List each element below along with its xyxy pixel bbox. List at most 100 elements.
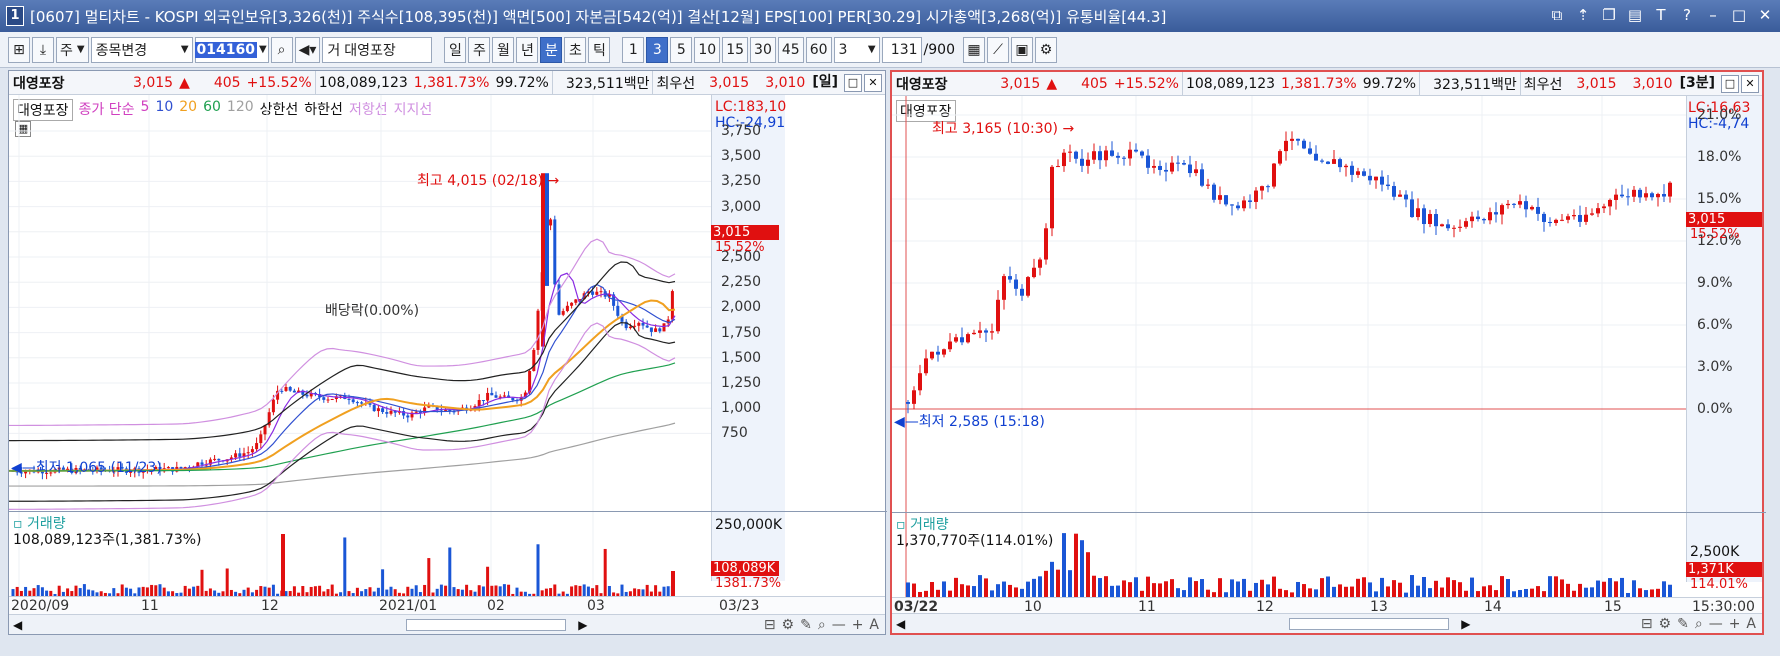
font-icon[interactable]: T [1652, 5, 1670, 25]
close-icon[interactable]: ✕ [1756, 5, 1774, 25]
volume-bar [477, 585, 481, 596]
volume-bar [423, 584, 427, 596]
volume-bar [11, 589, 15, 596]
search-icon[interactable]: ⌕ [270, 36, 293, 63]
pen-icon[interactable]: ✎ [800, 617, 812, 633]
period-minute[interactable]: 분 [540, 36, 563, 63]
pen-icon[interactable]: ✎ [1677, 616, 1689, 632]
minimize-icon[interactable]: – [1704, 5, 1722, 25]
zoom-out-icon[interactable]: — [1709, 616, 1723, 632]
candle-body [511, 397, 515, 401]
volume-bar [343, 537, 347, 596]
layout-icon[interactable]: ⊞ [8, 36, 30, 63]
link-icon[interactable]: ⧉ [1548, 5, 1566, 25]
scroll-track[interactable] [1289, 617, 1450, 630]
settings-icon[interactable]: ⚙ [1034, 36, 1057, 63]
scroll-left-icon[interactable]: ◀ [13, 618, 22, 632]
text-icon[interactable]: A [869, 617, 879, 633]
save-icon[interactable]: ▣ [1010, 36, 1033, 63]
draw-icon[interactable]: ⟋ [986, 36, 1009, 63]
restore-icon[interactable]: ▤ [1626, 5, 1644, 25]
volume-bar [633, 588, 637, 596]
support-line [8, 322, 676, 510]
interval-3[interactable]: 3 [646, 36, 669, 63]
scroll-track[interactable] [406, 618, 567, 631]
volume-bar [187, 588, 191, 596]
period-week[interactable]: 주 [468, 36, 491, 63]
count-max: /900 [923, 41, 955, 58]
left-scrollbar[interactable]: ◀ ▶ ⊟ ⚙ ✎ ⌕ — + A [9, 614, 885, 634]
stock-name-field[interactable]: 거 대영포장 [322, 36, 433, 63]
download-icon[interactable]: ⤓ [32, 36, 54, 63]
period-second[interactable]: 초 [564, 36, 587, 63]
period-day[interactable]: 일 [444, 36, 467, 63]
tile-icon[interactable]: ❐ [1600, 5, 1618, 25]
candle-body [1386, 184, 1390, 187]
volume-bar [1326, 576, 1330, 597]
magnify-icon[interactable]: ⌕ [818, 617, 826, 633]
help-icon[interactable]: ? [1678, 5, 1696, 25]
interval-1[interactable]: 1 [622, 36, 645, 63]
scroll-left-icon[interactable]: ◀ [896, 617, 905, 631]
speaker-icon[interactable]: ◀▾ [294, 36, 321, 63]
zoom-in-icon[interactable]: + [1729, 616, 1741, 632]
period-month[interactable]: 월 [492, 36, 515, 63]
text-icon[interactable]: A [1746, 616, 1756, 632]
left-vol-tag-rate: 1381.73% [715, 576, 782, 591]
interval-30[interactable]: 30 [750, 36, 776, 63]
candle-body [259, 434, 263, 444]
volume-bar [330, 584, 334, 596]
pin-icon[interactable]: ⇡ [1574, 5, 1592, 25]
zoom-icon[interactable]: ⊟ [1641, 616, 1653, 632]
window-number[interactable]: 1 [6, 6, 24, 26]
candle-body [477, 400, 481, 407]
volume-bar [671, 571, 675, 596]
magnify-icon[interactable]: ⌕ [1695, 616, 1703, 632]
candle-body [1194, 169, 1198, 174]
candle-body [305, 394, 309, 397]
gear-icon[interactable]: ⚙ [782, 617, 795, 633]
indicator-icon[interactable]: ▦ [962, 36, 985, 63]
mode-select[interactable]: 주 ▼ [56, 36, 89, 63]
right-scrollbar[interactable]: ◀ ▶ ⊟ ⚙ ✎ ⌕ — + A [892, 613, 1762, 633]
volume-bar [498, 586, 502, 596]
candle-body [1242, 200, 1246, 209]
interval-10[interactable]: 10 [694, 36, 721, 63]
interval-45[interactable]: 45 [777, 36, 804, 63]
volume-bar [954, 577, 958, 597]
maximize-icon[interactable]: □ [1730, 5, 1748, 25]
volume-bar [1368, 582, 1372, 597]
candle-body [1428, 214, 1432, 225]
interval-15[interactable]: 15 [722, 36, 749, 63]
interval-select[interactable]: 3 ▼ [833, 36, 880, 63]
scroll-right-icon[interactable]: ▶ [578, 618, 587, 632]
count-input[interactable]: 131 [881, 36, 922, 63]
zoom-icon[interactable]: ⊟ [764, 617, 776, 633]
zoom-in-icon[interactable]: + [852, 617, 864, 633]
y-tick: 6.0% [1697, 317, 1733, 333]
volume-bar [996, 584, 1000, 597]
candle-body [1074, 151, 1078, 159]
interval-60[interactable]: 60 [805, 36, 832, 63]
volume-bar [414, 585, 418, 596]
scroll-right-icon[interactable]: ▶ [1461, 617, 1470, 631]
change-stock-select[interactable]: 종목변경 ▼ [90, 36, 193, 63]
volume-bar [1014, 587, 1018, 597]
y-tick: 2,250 [721, 274, 762, 291]
interval-5[interactable]: 5 [670, 36, 693, 63]
candle-body [1644, 193, 1648, 198]
candle-body [536, 310, 540, 350]
candle-body [1512, 203, 1516, 205]
gear-icon[interactable]: ⚙ [1659, 616, 1672, 632]
period-year[interactable]: 년 [516, 36, 539, 63]
volume-bar [1506, 579, 1510, 597]
volume-bar [150, 584, 154, 596]
stock-code-input[interactable]: 014160 ▼ [194, 36, 269, 63]
right-vol-tag-rate: 114.01% [1690, 577, 1748, 592]
candle-body [1152, 165, 1156, 168]
candle-body [381, 408, 385, 413]
candle-body [288, 386, 292, 391]
candle-body [1596, 208, 1600, 214]
period-tick[interactable]: 틱 [588, 36, 611, 63]
zoom-out-icon[interactable]: — [832, 617, 846, 633]
